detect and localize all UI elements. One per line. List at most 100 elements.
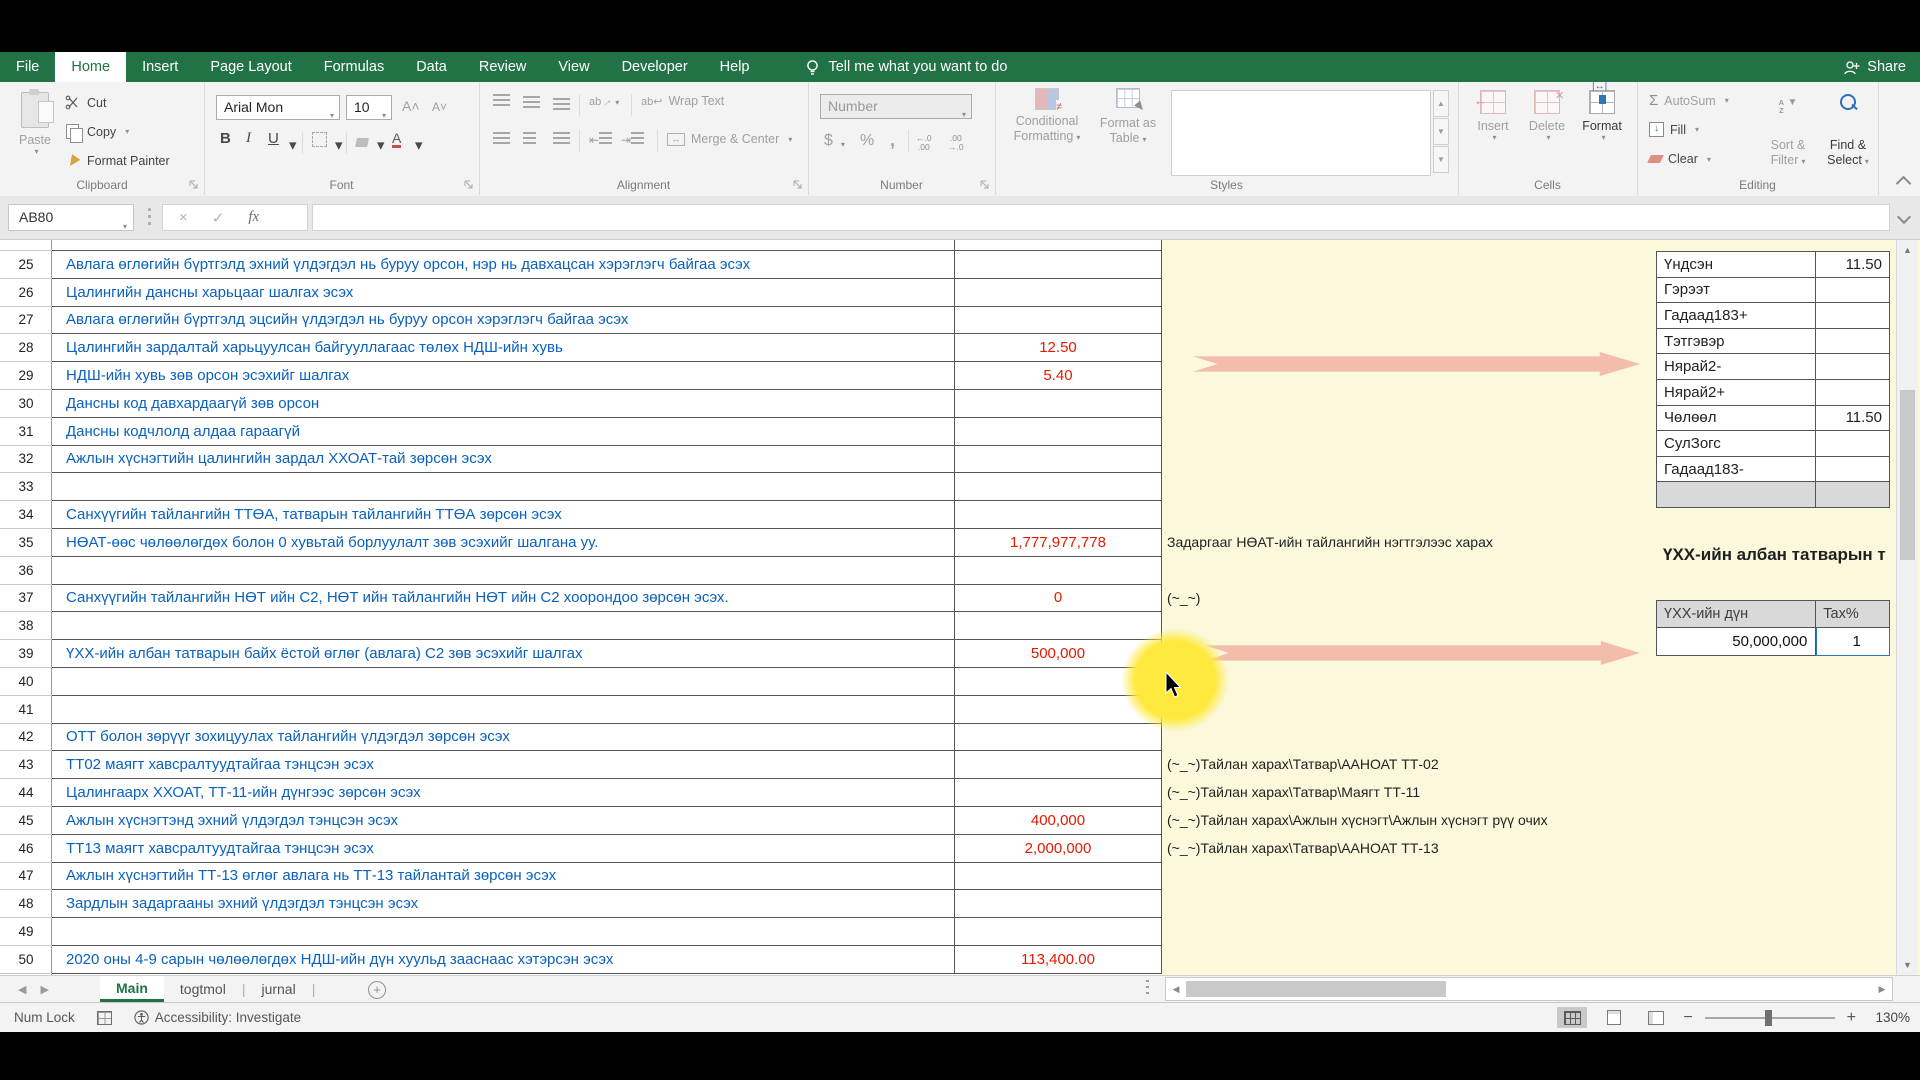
value-cell[interactable]: [955, 279, 1162, 307]
sort-filter-button[interactable]: AZ ▼ Sort & Filter▾: [1761, 94, 1815, 114]
percent-button[interactable]: %: [860, 132, 874, 150]
row-number[interactable]: 28: [0, 334, 52, 362]
rate-value-cell[interactable]: 11.50: [1816, 406, 1890, 432]
dialog-launcher-icon[interactable]: [980, 180, 990, 190]
increase-decimal-button[interactable]: ←.0.00: [916, 134, 932, 152]
align-middle-button[interactable]: [523, 96, 540, 111]
tab-file[interactable]: File: [0, 52, 55, 82]
rate-label-cell[interactable]: Тэтгэвэр: [1657, 329, 1816, 355]
insert-function-button[interactable]: fx: [248, 209, 259, 226]
tab-formulas[interactable]: Formulas: [308, 52, 400, 82]
view-page-layout-button[interactable]: [1599, 1007, 1629, 1028]
row-number[interactable]: 46: [0, 835, 52, 863]
tab-help[interactable]: Help: [704, 52, 766, 82]
name-box[interactable]: AB80 ▾: [8, 204, 134, 231]
copy-button[interactable]: Copy ▾: [64, 124, 129, 139]
row-number[interactable]: 33: [0, 473, 52, 501]
gallery-scroll-up[interactable]: ▲: [1433, 90, 1449, 117]
find-select-button[interactable]: Find & Select▾: [1821, 94, 1875, 113]
chevron-down-icon[interactable]: ▾: [289, 136, 297, 154]
formula-bar-expand-icon[interactable]: [1897, 210, 1911, 224]
check-item-cell[interactable]: [52, 240, 955, 251]
row-number[interactable]: 48: [0, 890, 52, 918]
align-right-button[interactable]: [553, 132, 570, 147]
tab-insert[interactable]: Insert: [126, 52, 194, 82]
clear-button[interactable]: Clear ▾: [1649, 152, 1711, 166]
horizontal-scroll-thumb[interactable]: [1186, 981, 1446, 997]
zoom-in-button[interactable]: +: [1847, 1009, 1856, 1027]
check-item-cell[interactable]: ҮХХ-ийн албан татварын байх ёстой өглөг …: [52, 640, 955, 668]
sheet-nav-prev-icon[interactable]: ◀: [18, 983, 26, 996]
bold-button[interactable]: B: [220, 130, 231, 147]
rate-label-cell[interactable]: Гэрээт: [1657, 278, 1816, 304]
tab-page-layout[interactable]: Page Layout: [194, 52, 307, 82]
value-cell[interactable]: 0: [955, 585, 1162, 613]
merge-center-button[interactable]: ↔ Merge & Center ▾: [667, 132, 792, 146]
underline-button[interactable]: U: [268, 130, 279, 147]
check-item-cell[interactable]: Авлага өглөгийн бүртгэлд эцсийн үлдэгдэл…: [52, 307, 955, 335]
rate-label-cell[interactable]: Чөлөөл: [1657, 406, 1816, 432]
fill-button[interactable]: ↓ Fill ▾: [1649, 122, 1699, 137]
delete-cells-button[interactable]: × Delete ▾: [1522, 90, 1572, 142]
rate-label-cell[interactable]: [1657, 482, 1816, 508]
rate-label-cell[interactable]: Үндсэн: [1657, 252, 1816, 278]
value-cell[interactable]: [955, 240, 1162, 251]
scroll-up-icon[interactable]: ▲: [1897, 242, 1918, 258]
check-item-cell[interactable]: Санхүүгийн тайлангийн ТТӨА, татварын тай…: [52, 501, 955, 529]
value-cell[interactable]: [955, 863, 1162, 891]
italic-button[interactable]: I: [246, 130, 251, 147]
increase-indent-button[interactable]: ⇥: [621, 132, 644, 147]
cancel-entry-icon[interactable]: ×: [179, 209, 188, 226]
value-cell[interactable]: [955, 918, 1162, 946]
row-number[interactable]: 44: [0, 779, 52, 807]
format-as-table-button[interactable]: Format as Table▾: [1093, 88, 1163, 147]
value-cell[interactable]: [955, 390, 1162, 418]
value-cell[interactable]: [955, 779, 1162, 807]
value-cell[interactable]: 113,400.00: [955, 946, 1162, 974]
decrease-indent-button[interactable]: ⇤: [589, 132, 612, 147]
check-item-cell[interactable]: Авлага өглөгийн бүртгэлд эхний үлдэгдэл …: [52, 251, 955, 279]
chevron-down-icon[interactable]: ▾: [377, 136, 385, 154]
value-cell[interactable]: [955, 418, 1162, 446]
check-item-cell[interactable]: 2020 оны 4-9 сарын чөлөөлөгдөх НДШ-ийн д…: [52, 946, 955, 974]
tell-me-box[interactable]: Tell me what you want to do: [805, 52, 1007, 82]
rate-value-cell[interactable]: [1816, 278, 1890, 304]
orientation-button[interactable]: ab→▾: [589, 94, 619, 108]
value-cell[interactable]: [955, 612, 1162, 640]
zoom-level[interactable]: 130%: [1868, 1010, 1910, 1025]
rate-label-cell[interactable]: Нярай2-: [1657, 354, 1816, 380]
rate-label-cell[interactable]: Гадаад183+: [1657, 303, 1816, 329]
row-number[interactable]: 45: [0, 807, 52, 835]
borders-button[interactable]: [312, 132, 327, 151]
new-sheet-button[interactable]: +: [368, 981, 386, 999]
chevron-down-icon[interactable]: ▾: [415, 136, 423, 154]
check-item-cell[interactable]: Санхүүгийн тайлангийн НӨТ ийн С2, НӨТ ий…: [52, 585, 955, 613]
rate-value-cell[interactable]: [1816, 329, 1890, 355]
rate-label-cell[interactable]: СулЗогс: [1657, 431, 1816, 457]
confirm-entry-icon[interactable]: ✓: [212, 209, 225, 227]
align-top-button[interactable]: [493, 94, 510, 109]
sheet-tab-jurnal[interactable]: jurnal: [245, 976, 311, 1002]
increase-font-button[interactable]: A˄: [402, 98, 420, 114]
rate-value-cell[interactable]: [1816, 482, 1890, 508]
check-item-cell[interactable]: Ажлын хүснэгтийн ТТ-13 өглөг авлага нь Т…: [52, 863, 955, 891]
formula-bar-resizer[interactable]: [148, 208, 151, 228]
row-number[interactable]: 30: [0, 390, 52, 418]
comma-button[interactable]: ,: [890, 130, 895, 151]
horizontal-scrollbar[interactable]: ◀ ▶: [1165, 977, 1893, 1001]
sheet-tab-togtmol[interactable]: togtmol: [164, 976, 242, 1002]
row-number[interactable]: 40: [0, 668, 52, 696]
font-name-combo[interactable]: Arial Mon ▾: [216, 95, 340, 120]
tab-data[interactable]: Data: [400, 52, 463, 82]
macro-record-icon[interactable]: [97, 1011, 112, 1025]
tab-view[interactable]: View: [542, 52, 605, 82]
scroll-down-icon[interactable]: ▼: [1897, 957, 1918, 973]
font-size-combo[interactable]: 10 ▾: [346, 95, 392, 120]
sheet-nav-next-icon[interactable]: ▶: [40, 983, 48, 996]
value-cell[interactable]: [955, 473, 1162, 501]
rate-value-cell[interactable]: [1816, 431, 1890, 457]
align-center-button[interactable]: [523, 132, 536, 147]
cell-styles-gallery[interactable]: [1171, 90, 1431, 176]
value-cell[interactable]: [955, 501, 1162, 529]
formula-input[interactable]: [312, 204, 1890, 231]
